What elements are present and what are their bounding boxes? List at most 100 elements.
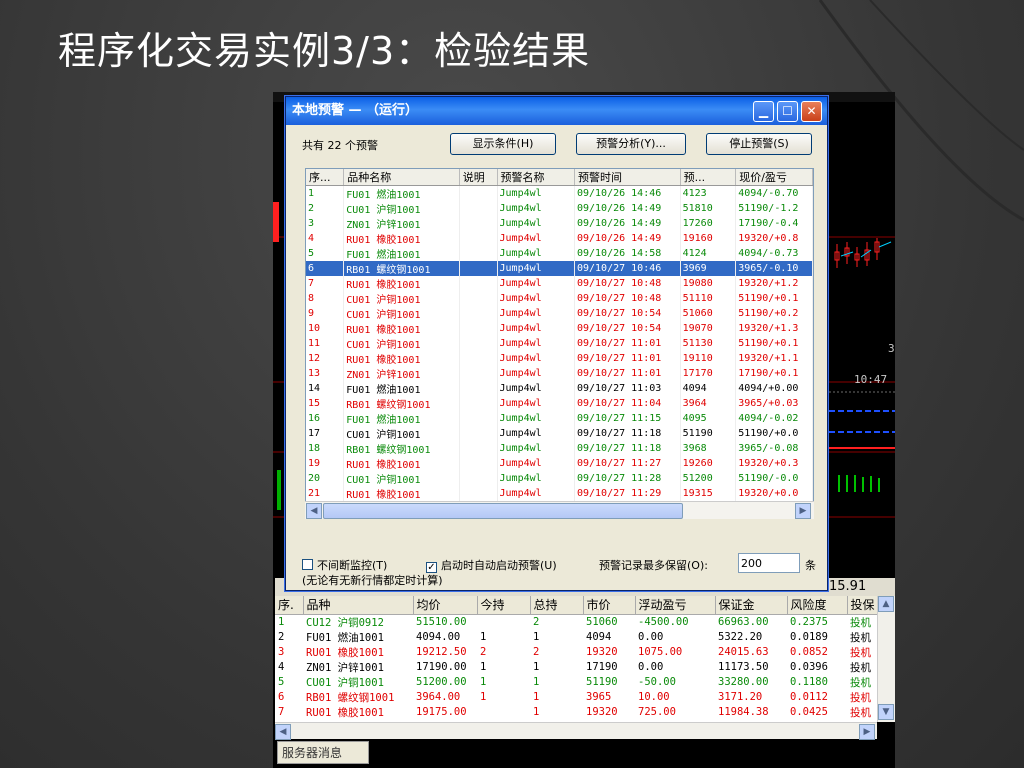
column-header[interactable]: 浮动盈亏 bbox=[635, 596, 716, 615]
positions-vscrollbar[interactable]: ▲ ▼ bbox=[877, 596, 895, 722]
column-header[interactable]: 品种 bbox=[303, 596, 414, 615]
item-code: RU01 bbox=[346, 325, 371, 336]
alert-cell-desc bbox=[459, 366, 498, 381]
alert-row[interactable]: 7 RU01 橡胶1001 Jump4wl 09/10/27 10:48 19080 19… bbox=[306, 276, 813, 291]
alert-row[interactable]: 4 RU01 橡胶1001 Jump4wl 09/10/26 14:49 19160 19… bbox=[306, 231, 813, 246]
alert-cell-item: RU01 橡胶1001 bbox=[343, 351, 460, 366]
column-header[interactable]: 市价 bbox=[583, 596, 636, 615]
minimize-icon[interactable]: ▁ bbox=[753, 101, 774, 122]
alert-row[interactable]: 5 FU01 燃油1001 Jump4wl 09/10/26 14:58 4124 409… bbox=[306, 246, 813, 261]
scroll-left-icon[interactable]: ◀ bbox=[306, 503, 322, 519]
column-header[interactable]: 今持 bbox=[477, 596, 531, 615]
show-conditions-button[interactable]: 显示条件(H) bbox=[450, 133, 556, 155]
column-header[interactable]: 风险度 bbox=[787, 596, 848, 615]
stop-alert-button[interactable]: 停止预警(S) bbox=[706, 133, 812, 155]
position-cell-price: 19320 bbox=[586, 646, 618, 658]
alert-table-header: 序... 品种名称 说明 预警名称 预警时间 预... 现价/盈亏 bbox=[306, 169, 813, 186]
scroll-right-icon[interactable]: ▶ bbox=[795, 503, 811, 519]
alert-row[interactable]: 8 CU01 沪铜1001 Jump4wl 09/10/27 10:48 51110 51… bbox=[306, 291, 813, 306]
alert-cell-item: CU01 沪铜1001 bbox=[343, 471, 460, 486]
alert-list-scrollbar[interactable]: ◀ ▶ bbox=[305, 501, 814, 519]
alert-row[interactable]: 12 RU01 橡胶1001 Jump4wl 09/10/27 11:01 19110 1… bbox=[306, 351, 813, 366]
chart-time-label: 10:47 bbox=[854, 373, 888, 386]
alert-cell-now: 19320/+1.1 bbox=[735, 351, 813, 366]
alert-row[interactable]: 18 RB01 螺纹钢1001 Jump4wl 09/10/27 11:18 3968 3… bbox=[306, 441, 813, 456]
alert-row[interactable]: 16 FU01 燃油1001 Jump4wl 09/10/27 11:15 4095 40… bbox=[306, 411, 813, 426]
column-header[interactable]: 总持 bbox=[530, 596, 584, 615]
alert-cell-now: 4094/-0.73 bbox=[735, 246, 813, 261]
alert-row[interactable]: 14 FU01 燃油1001 Jump4wl 09/10/27 11:03 4094 40… bbox=[306, 381, 813, 396]
alert-row[interactable]: 2 CU01 沪铜1001 Jump4wl 09/10/26 14:49 51810 51… bbox=[306, 201, 813, 216]
alert-row[interactable]: 17 CU01 沪铜1001 Jump4wl 09/10/27 11:18 51190 5… bbox=[306, 426, 813, 441]
scroll-thumb[interactable] bbox=[323, 503, 683, 519]
alert-cell-desc bbox=[459, 351, 498, 366]
alert-cell-alert: Jump4wl bbox=[497, 336, 575, 351]
column-header[interactable]: 预... bbox=[680, 169, 737, 186]
position-cell-price: 19320 bbox=[586, 706, 618, 718]
position-row[interactable]: 5 CU01 沪铜1001 51200.00 1 1 51190 -50.00 33280.0… bbox=[275, 675, 877, 690]
checkbox-unchecked-icon[interactable] bbox=[302, 559, 313, 570]
position-row[interactable]: 6 RB01 螺纹钢1001 3964.00 1 1 3965 10.00 3171.20 0.… bbox=[275, 690, 877, 705]
alert-cell-desc bbox=[459, 276, 498, 291]
alert-row[interactable]: 11 CU01 沪铜1001 Jump4wl 09/10/27 11:01 51130 5… bbox=[306, 336, 813, 351]
item-name: 燃油1001 bbox=[376, 385, 421, 396]
position-row[interactable]: 3 RU01 橡胶1001 19212.50 2 2 19320 1075.00 24015.… bbox=[275, 645, 877, 660]
alert-row[interactable]: 1 FU01 燃油1001 Jump4wl 09/10/26 14:46 4123 409… bbox=[306, 185, 813, 201]
column-header[interactable]: 序. bbox=[275, 596, 304, 615]
alert-row[interactable]: 15 RB01 螺纹钢1001 Jump4wl 09/10/27 11:04 3964 3… bbox=[306, 396, 813, 411]
window-titlebar[interactable]: 本地预警 — （运行） ▁ ☐ ✕ bbox=[286, 97, 827, 125]
alert-cell-time: 09/10/27 11:01 bbox=[574, 351, 681, 366]
position-cell-item: RB01 螺纹钢1001 bbox=[306, 691, 395, 704]
column-header[interactable]: 预警名称 bbox=[497, 169, 575, 186]
scroll-left-icon[interactable]: ◀ bbox=[275, 724, 291, 740]
alert-cell-time: 09/10/26 14:46 bbox=[574, 185, 681, 201]
position-row[interactable]: 1 CU12 沪铜0912 51510.00 2 51060 -4500.00 66963.… bbox=[275, 614, 877, 630]
column-header[interactable]: 均价 bbox=[413, 596, 478, 615]
alert-cell-n: 4 bbox=[306, 231, 345, 246]
alert-cell-now: 17190/+0.1 bbox=[735, 366, 813, 381]
positions-hscrollbar[interactable]: ◀ ▶ bbox=[275, 722, 877, 740]
alert-cell-item: CU01 沪铜1001 bbox=[343, 291, 460, 306]
column-header[interactable]: 现价/盈亏 bbox=[735, 169, 813, 186]
alert-cell-time: 09/10/27 10:48 bbox=[574, 276, 681, 291]
position-row[interactable]: 4 ZN01 沪锌1001 17190.00 1 1 17190 0.00 11173.50 0… bbox=[275, 660, 877, 675]
column-header[interactable]: 序... bbox=[306, 169, 345, 186]
alert-cell-time: 09/10/26 14:49 bbox=[574, 216, 681, 231]
position-cell-n: 5 bbox=[278, 676, 285, 688]
item-name: 沪铜1001 bbox=[376, 310, 421, 321]
continuous-monitor-checkbox[interactable]: 不间断监控(T) bbox=[302, 557, 387, 573]
scroll-right-icon[interactable]: ▶ bbox=[859, 724, 875, 740]
alert-cell-pre: 51190 bbox=[680, 426, 737, 441]
keep-records-input[interactable] bbox=[738, 553, 800, 573]
alert-row[interactable]: 13 ZN01 沪锌1001 Jump4wl 09/10/27 11:01 17170 1… bbox=[306, 366, 813, 381]
position-cell-type: 投机 bbox=[850, 646, 871, 659]
column-header[interactable]: 说明 bbox=[459, 169, 498, 186]
alert-row[interactable]: 19 RU01 橡胶1001 Jump4wl 09/10/27 11:27 19260 1… bbox=[306, 456, 813, 471]
alert-row[interactable]: 9 CU01 沪铜1001 Jump4wl 09/10/27 10:54 51060 51… bbox=[306, 306, 813, 321]
alert-row[interactable]: 3 ZN01 沪锌1001 Jump4wl 09/10/26 14:49 17260 17… bbox=[306, 216, 813, 231]
alert-cell-alert: Jump4wl bbox=[497, 276, 575, 291]
alert-analysis-button[interactable]: 预警分析(Y)... bbox=[576, 133, 686, 155]
alert-row[interactable]: 6 RB01 螺纹钢1001 Jump4wl 09/10/27 10:46 3969 39… bbox=[306, 261, 813, 276]
column-header[interactable]: 保证金 bbox=[715, 596, 788, 615]
column-header[interactable]: 品种名称 bbox=[343, 169, 460, 186]
position-row[interactable]: 2 FU01 燃油1001 4094.00 1 1 4094 0.00 5322.20 0.01… bbox=[275, 630, 877, 645]
maximize-icon[interactable]: ☐ bbox=[777, 101, 798, 122]
server-messages-tab[interactable]: 服务器消息 bbox=[277, 741, 369, 764]
alert-cell-time: 09/10/27 10:48 bbox=[574, 291, 681, 306]
scroll-down-icon[interactable]: ▼ bbox=[878, 704, 894, 720]
column-header[interactable]: 预警时间 bbox=[574, 169, 681, 186]
column-header[interactable]: 投保 bbox=[847, 596, 878, 615]
alert-row[interactable]: 21 RU01 橡胶1001 Jump4wl 09/10/27 11:29 19315 1… bbox=[306, 486, 813, 501]
position-cell-total: 2 bbox=[533, 646, 540, 658]
scroll-up-icon[interactable]: ▲ bbox=[878, 596, 894, 612]
alert-cell-item: RU01 橡胶1001 bbox=[343, 456, 460, 471]
close-icon[interactable]: ✕ bbox=[801, 101, 822, 122]
auto-start-checkbox[interactable]: ✓ 启动时自动启动预警(U) bbox=[426, 557, 557, 573]
alert-cell-pre: 3968 bbox=[680, 441, 737, 456]
alert-row[interactable]: 10 RU01 橡胶1001 Jump4wl 09/10/27 10:54 19070 1… bbox=[306, 321, 813, 336]
alert-row[interactable]: 20 CU01 沪铜1001 Jump4wl 09/10/27 11:28 51200 5… bbox=[306, 471, 813, 486]
position-row[interactable]: 7 RU01 橡胶1001 19175.00 1 19320 725.00 11984.38… bbox=[275, 705, 877, 720]
alert-cell-n: 20 bbox=[306, 471, 345, 486]
alert-cell-item: CU01 沪铜1001 bbox=[343, 201, 460, 216]
